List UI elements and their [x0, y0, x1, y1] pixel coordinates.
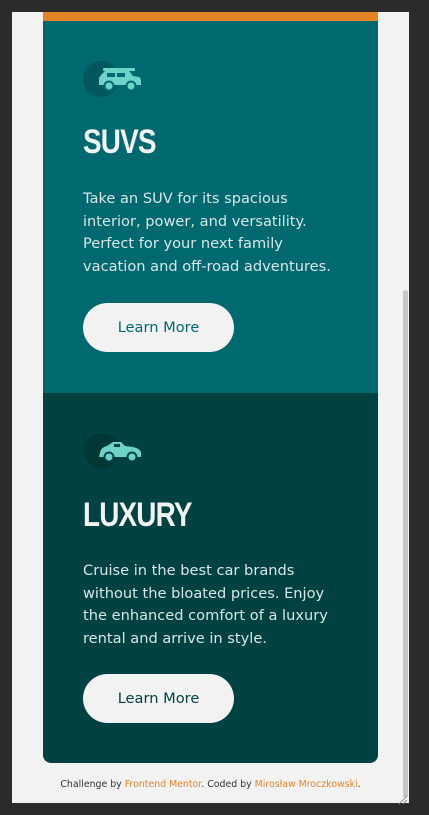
- card-description: Cruise in the best car brands without th…: [83, 562, 328, 648]
- footer-prefix: Challenge by: [60, 779, 125, 790]
- learn-more-button[interactable]: Learn More: [83, 674, 234, 723]
- resize-grip-icon[interactable]: [396, 790, 408, 805]
- card-title: LUXURY: [83, 496, 192, 534]
- card-luxury: LUXURY Cruise in the best car brands wit…: [43, 393, 378, 763]
- learn-more-button[interactable]: Learn More: [83, 303, 234, 352]
- suv-car-icon: [83, 61, 147, 101]
- frontend-mentor-link[interactable]: Frontend Mentor: [125, 779, 202, 790]
- author-link[interactable]: Mirosław Mroczkowski: [255, 779, 358, 790]
- card-title: SUVS: [83, 123, 156, 161]
- scrollbar-thumb[interactable]: [403, 290, 408, 798]
- card-top-accent: [43, 12, 378, 21]
- footer-middle: . Coded by: [201, 779, 255, 790]
- attribution-footer: Challenge by Frontend Mentor. Coded by M…: [12, 779, 409, 790]
- luxury-car-icon: [83, 433, 147, 473]
- footer-suffix: .: [357, 779, 361, 790]
- card-suvs: SUVS Take an SUV for its spacious interi…: [43, 21, 378, 393]
- card-description: Take an SUV for its spacious interior, p…: [83, 190, 331, 276]
